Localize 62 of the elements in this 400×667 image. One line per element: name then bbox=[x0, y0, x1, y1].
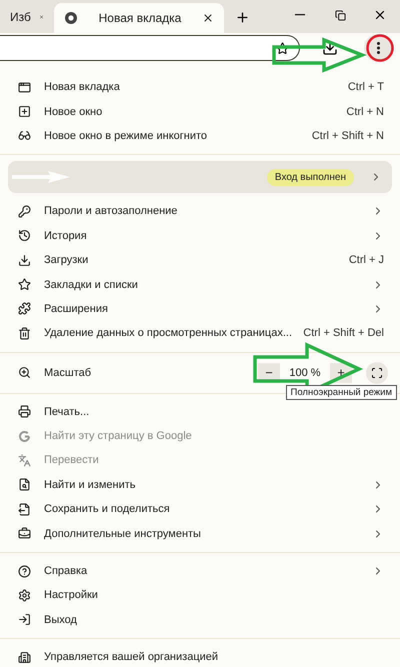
profile-button[interactable]: Вход выполнен bbox=[8, 161, 392, 194]
fullscreen-icon bbox=[371, 366, 383, 379]
menu-item[interactable]: Расширения bbox=[0, 296, 400, 322]
shortcut-text: Ctrl + Shift + Del bbox=[303, 327, 384, 340]
new-window-icon bbox=[18, 105, 31, 118]
menu-item[interactable]: Справка bbox=[0, 558, 400, 584]
google-g-icon bbox=[18, 430, 31, 443]
menu-item[interactable]: Дополнительные инструменты bbox=[0, 521, 400, 546]
tab-icon bbox=[18, 80, 31, 94]
incognito-icon bbox=[18, 129, 31, 142]
menu-item[interactable]: Загрузки Ctrl + J bbox=[0, 248, 400, 272]
shortcut-text: Ctrl + Shift + N bbox=[312, 130, 384, 142]
document-search-icon bbox=[18, 478, 31, 492]
menu-item[interactable]: Сохранить и поделиться bbox=[0, 497, 400, 522]
menu-item[interactable]: Удаление данных о просмотренных страницах... Ctrl + Shift + Del bbox=[0, 321, 400, 346]
exit-icon bbox=[18, 613, 31, 626]
download-icon bbox=[18, 254, 31, 267]
building-icon bbox=[18, 650, 31, 664]
menu-item[interactable]: Новое окно в режиме инкогнито Ctrl + Shift + N bbox=[0, 124, 400, 148]
browser-tab[interactable]: Новая вкладка bbox=[54, 3, 224, 33]
key-icon bbox=[18, 204, 31, 218]
browser-tab[interactable]: Изб bbox=[0, 4, 54, 30]
menu-item[interactable]: Пароли и автозаполнение bbox=[0, 199, 400, 224]
menu-item[interactable]: Новая вкладка Ctrl + T bbox=[0, 75, 400, 100]
minimize-icon bbox=[295, 14, 305, 16]
more-icon bbox=[376, 42, 380, 54]
star-icon bbox=[18, 278, 31, 292]
browser-logo-icon bbox=[64, 11, 78, 25]
plus-icon bbox=[234, 10, 250, 24]
bookmark-star-icon[interactable] bbox=[276, 42, 289, 54]
history-icon bbox=[18, 229, 31, 242]
puzzle-icon bbox=[18, 302, 31, 316]
zoom-value: 100 % bbox=[288, 366, 322, 379]
highlight-circle bbox=[366, 34, 394, 62]
shortcut-text: Ctrl + T bbox=[348, 81, 384, 94]
shortcut-text: Ctrl + N bbox=[346, 106, 384, 118]
menu-item[interactable]: Найти и изменить bbox=[0, 472, 400, 498]
redacted-drawing bbox=[12, 169, 72, 186]
shortcut-text: Ctrl + J bbox=[348, 254, 384, 266]
signed-in-badge: Вход выполнен bbox=[266, 168, 354, 186]
menu-item-label: Масштаб bbox=[44, 366, 92, 379]
tooltip: Полноэкранный режим bbox=[286, 385, 397, 400]
close-icon bbox=[373, 8, 387, 22]
settings-icon bbox=[18, 588, 31, 602]
address-bar[interactable] bbox=[0, 35, 300, 61]
document-share-icon bbox=[18, 502, 31, 516]
restore-icon bbox=[334, 10, 346, 20]
help-icon bbox=[18, 564, 31, 578]
menu-item[interactable]: Печать... bbox=[0, 400, 400, 424]
zoom-icon bbox=[18, 366, 31, 380]
menu-item[interactable]: Управляется вашей организацией bbox=[0, 645, 400, 667]
trash-icon bbox=[18, 326, 31, 340]
menu-item[interactable]: Новое окно Ctrl + N bbox=[0, 99, 400, 124]
printer-icon bbox=[18, 405, 31, 418]
menu-item[interactable]: Выход bbox=[0, 608, 400, 632]
close-icon[interactable] bbox=[202, 12, 214, 24]
menu-item[interactable]: Настройки bbox=[0, 583, 400, 608]
menu-item[interactable]: История bbox=[0, 224, 400, 248]
fullscreen-button[interactable] bbox=[366, 362, 388, 384]
toolbox-icon bbox=[18, 527, 31, 540]
translate-icon bbox=[18, 454, 31, 467]
menu-item[interactable]: Закладки и списки bbox=[0, 272, 400, 297]
